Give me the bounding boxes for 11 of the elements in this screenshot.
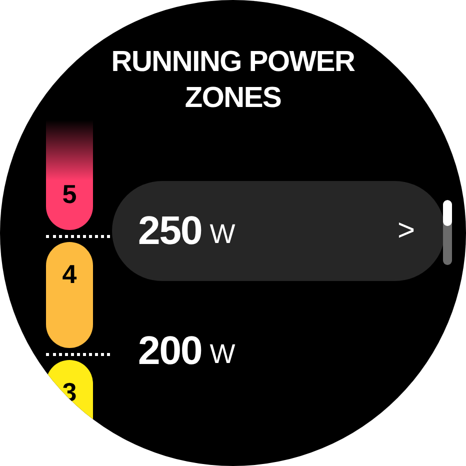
unit-label: W (210, 339, 236, 369)
scrollbar[interactable] (443, 200, 452, 265)
chevron-icon: > (397, 215, 415, 247)
power-value: 250 (138, 209, 202, 253)
power-value: 200 (138, 329, 202, 373)
zone-number: 5 (62, 180, 77, 208)
zone-number: 4 (62, 260, 77, 288)
screen-title: RUNNING POWER ZONES (110, 45, 356, 116)
unit-label: W (210, 219, 236, 249)
power-row[interactable]: 200 W (112, 331, 445, 371)
selected-row[interactable]: 250 W > (112, 181, 445, 281)
